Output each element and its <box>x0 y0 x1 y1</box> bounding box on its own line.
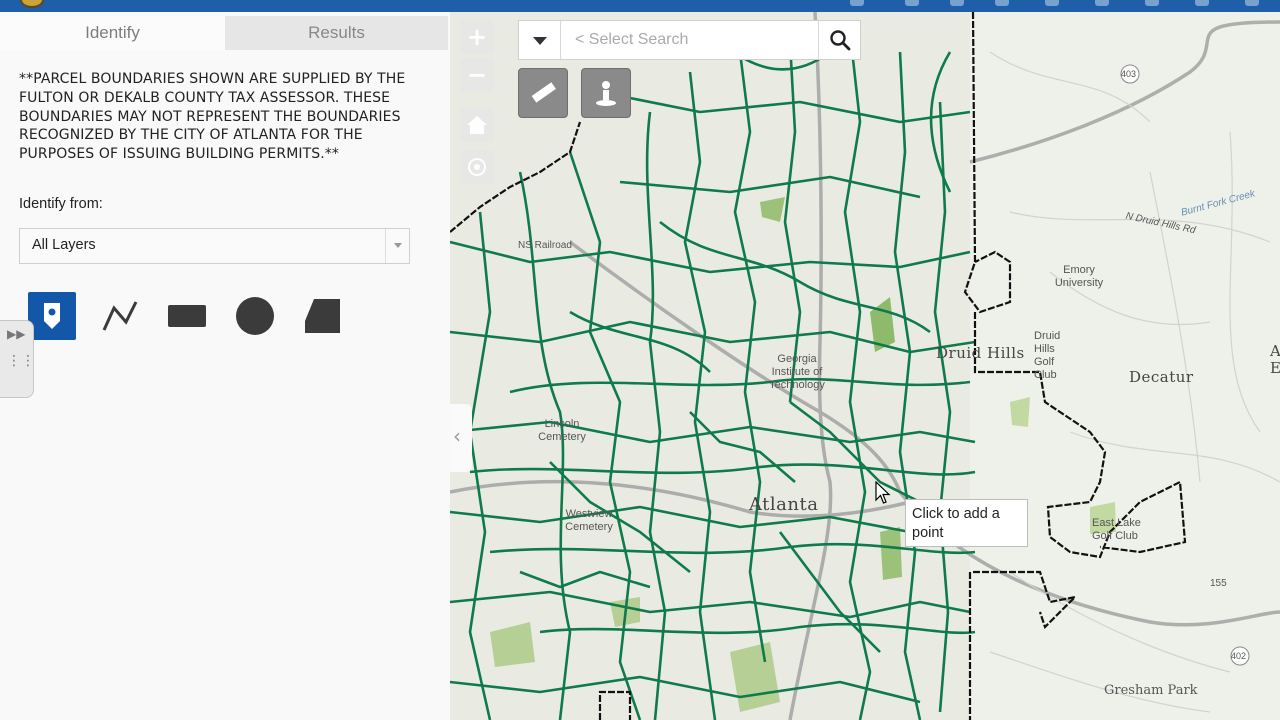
top-header-bar <box>0 0 1280 12</box>
draw-point-button[interactable] <box>28 292 76 340</box>
map-label-e: E <box>1270 359 1280 377</box>
map-pin-icon <box>44 303 60 329</box>
chevron-down-icon[interactable] <box>385 229 409 263</box>
search-input[interactable] <box>562 21 818 59</box>
grid-icon: ⋮⋮ <box>7 353 35 369</box>
toolbar-icon[interactable] <box>1195 0 1209 6</box>
rectangle-icon <box>168 305 206 327</box>
search-source-dropdown[interactable] <box>519 21 561 59</box>
map-label-atlanta: Atlanta <box>749 494 819 515</box>
parcel-disclaimer-text: **PARCEL BOUNDARIES SHOWN ARE SUPPLIED B… <box>19 71 406 163</box>
identify-panel: Identify Results **PARCEL BOUNDARIES SHO… <box>0 12 450 720</box>
map-label-ns-railroad: NS Railroad <box>518 240 572 251</box>
route-shield-403: 403 <box>1121 69 1137 79</box>
draw-polyline-button[interactable] <box>96 292 144 340</box>
toolbar-icon[interactable] <box>1145 0 1159 6</box>
pegman-icon <box>596 81 616 106</box>
map-label-gresham-park: Gresham Park <box>1104 683 1198 698</box>
map-label-druid-hills: Druid Hills <box>936 344 1025 362</box>
polyline-icon <box>102 301 138 331</box>
double-chevron-right-icon: ▶▶ <box>7 327 26 341</box>
locate-me-button[interactable] <box>460 150 494 184</box>
draw-rectangle-button[interactable] <box>163 292 211 340</box>
map-label-lincoln-cemetery: Lincoln Cemetery <box>538 418 586 443</box>
search-button[interactable] <box>818 21 860 59</box>
tab-results[interactable]: Results <box>225 16 448 50</box>
home-icon <box>467 116 487 134</box>
crosshair-icon <box>468 158 486 176</box>
toolbar-icon[interactable] <box>1045 0 1059 6</box>
draw-tooltip: Click to add a point <box>905 499 1028 547</box>
map-label-decatur: Decatur <box>1129 368 1194 386</box>
circle-icon <box>236 297 274 335</box>
zoom-in-button[interactable]: + <box>460 20 494 54</box>
basemap <box>450 12 1280 720</box>
draw-polygon-button[interactable] <box>298 292 346 340</box>
map-label-georgia-tech: Georgia Institute of Technology <box>769 353 825 391</box>
app-window: Identify Results **PARCEL BOUNDARIES SHO… <box>0 0 1280 720</box>
street-view-button[interactable] <box>581 68 631 118</box>
draw-circle-button[interactable] <box>231 292 279 340</box>
chevron-left-icon: ‹ <box>453 424 461 448</box>
toolbar-icon[interactable] <box>905 0 919 6</box>
toolbar-icon[interactable] <box>995 0 1009 6</box>
route-shield-402: 402 <box>1231 651 1247 661</box>
map-label-emory: Emory University <box>1054 264 1104 289</box>
toolbar-icon[interactable] <box>950 0 964 6</box>
toolbar-icon[interactable] <box>1095 0 1109 6</box>
tab-identify[interactable]: Identify <box>0 16 225 50</box>
search-icon <box>829 30 850 51</box>
ruler-icon <box>531 82 556 103</box>
zoom-out-button[interactable]: − <box>460 58 494 92</box>
map-view[interactable]: Druid Hills Decatur Emory University Dru… <box>450 12 1280 720</box>
map-label-av: Av <box>1270 342 1280 360</box>
toolbar-icon[interactable] <box>1245 0 1259 6</box>
identify-layer-select[interactable]: All Layers <box>19 228 410 264</box>
toolbar-icon[interactable] <box>850 0 864 6</box>
route-label-155: 155 <box>1210 578 1227 589</box>
polygon-icon <box>305 299 340 333</box>
map-label-druid-hills-gc: Druid Hills Golf Club <box>1034 330 1061 381</box>
widget-drawer-toggle[interactable]: ▶▶ ⋮⋮ <box>0 320 35 398</box>
identify-layer-value: All Layers <box>32 237 96 253</box>
home-button[interactable] <box>460 108 494 142</box>
map-label-westview-cemetery: Westview Cemetery <box>565 508 613 533</box>
map-label-east-lake: East Lake Golf Club <box>1092 517 1141 542</box>
measure-button[interactable] <box>518 68 568 118</box>
identify-from-label: Identify from: <box>19 196 103 212</box>
search-widget <box>518 20 861 60</box>
collapse-panel-handle[interactable]: ‹ <box>450 404 472 472</box>
mouse-cursor-icon <box>875 481 891 504</box>
city-seal-logo <box>20 0 44 8</box>
